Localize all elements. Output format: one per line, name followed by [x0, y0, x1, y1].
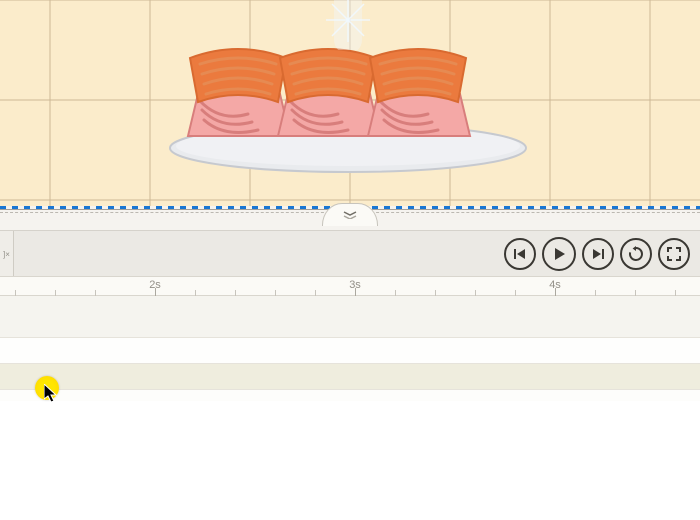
gutter-label: ]×: [3, 250, 10, 259]
playback-toolbar: ]×: [0, 230, 700, 276]
timeline-tracks[interactable]: [0, 296, 700, 401]
cursor-arrow-icon: [44, 384, 58, 404]
empty-area: [0, 401, 700, 520]
crosshair-origin-icon[interactable]: [318, 0, 378, 50]
loop-button[interactable]: [620, 238, 652, 270]
skip-forward-button[interactable]: [582, 238, 614, 270]
track-row[interactable]: [0, 364, 700, 390]
track-row[interactable]: [0, 296, 700, 338]
timeline-gutter-toggle[interactable]: ]×: [0, 231, 14, 277]
canvas-area[interactable]: [0, 0, 700, 206]
timeline-ruler[interactable]: 2s 3s 4s: [0, 276, 700, 296]
panel-divider[interactable]: [0, 206, 700, 230]
play-button[interactable]: [542, 237, 576, 271]
play-icon: [552, 247, 566, 261]
collapse-handle[interactable]: [322, 203, 378, 226]
track-row[interactable]: [0, 338, 700, 364]
fullscreen-button[interactable]: [658, 238, 690, 270]
sushi-piece-3[interactable]: [360, 44, 478, 144]
fullscreen-icon: [667, 247, 681, 261]
skip-back-icon: [513, 247, 527, 261]
loop-icon: [628, 246, 644, 262]
chevron-down-icon: [343, 211, 357, 219]
skip-forward-icon: [591, 247, 605, 261]
skip-back-button[interactable]: [504, 238, 536, 270]
